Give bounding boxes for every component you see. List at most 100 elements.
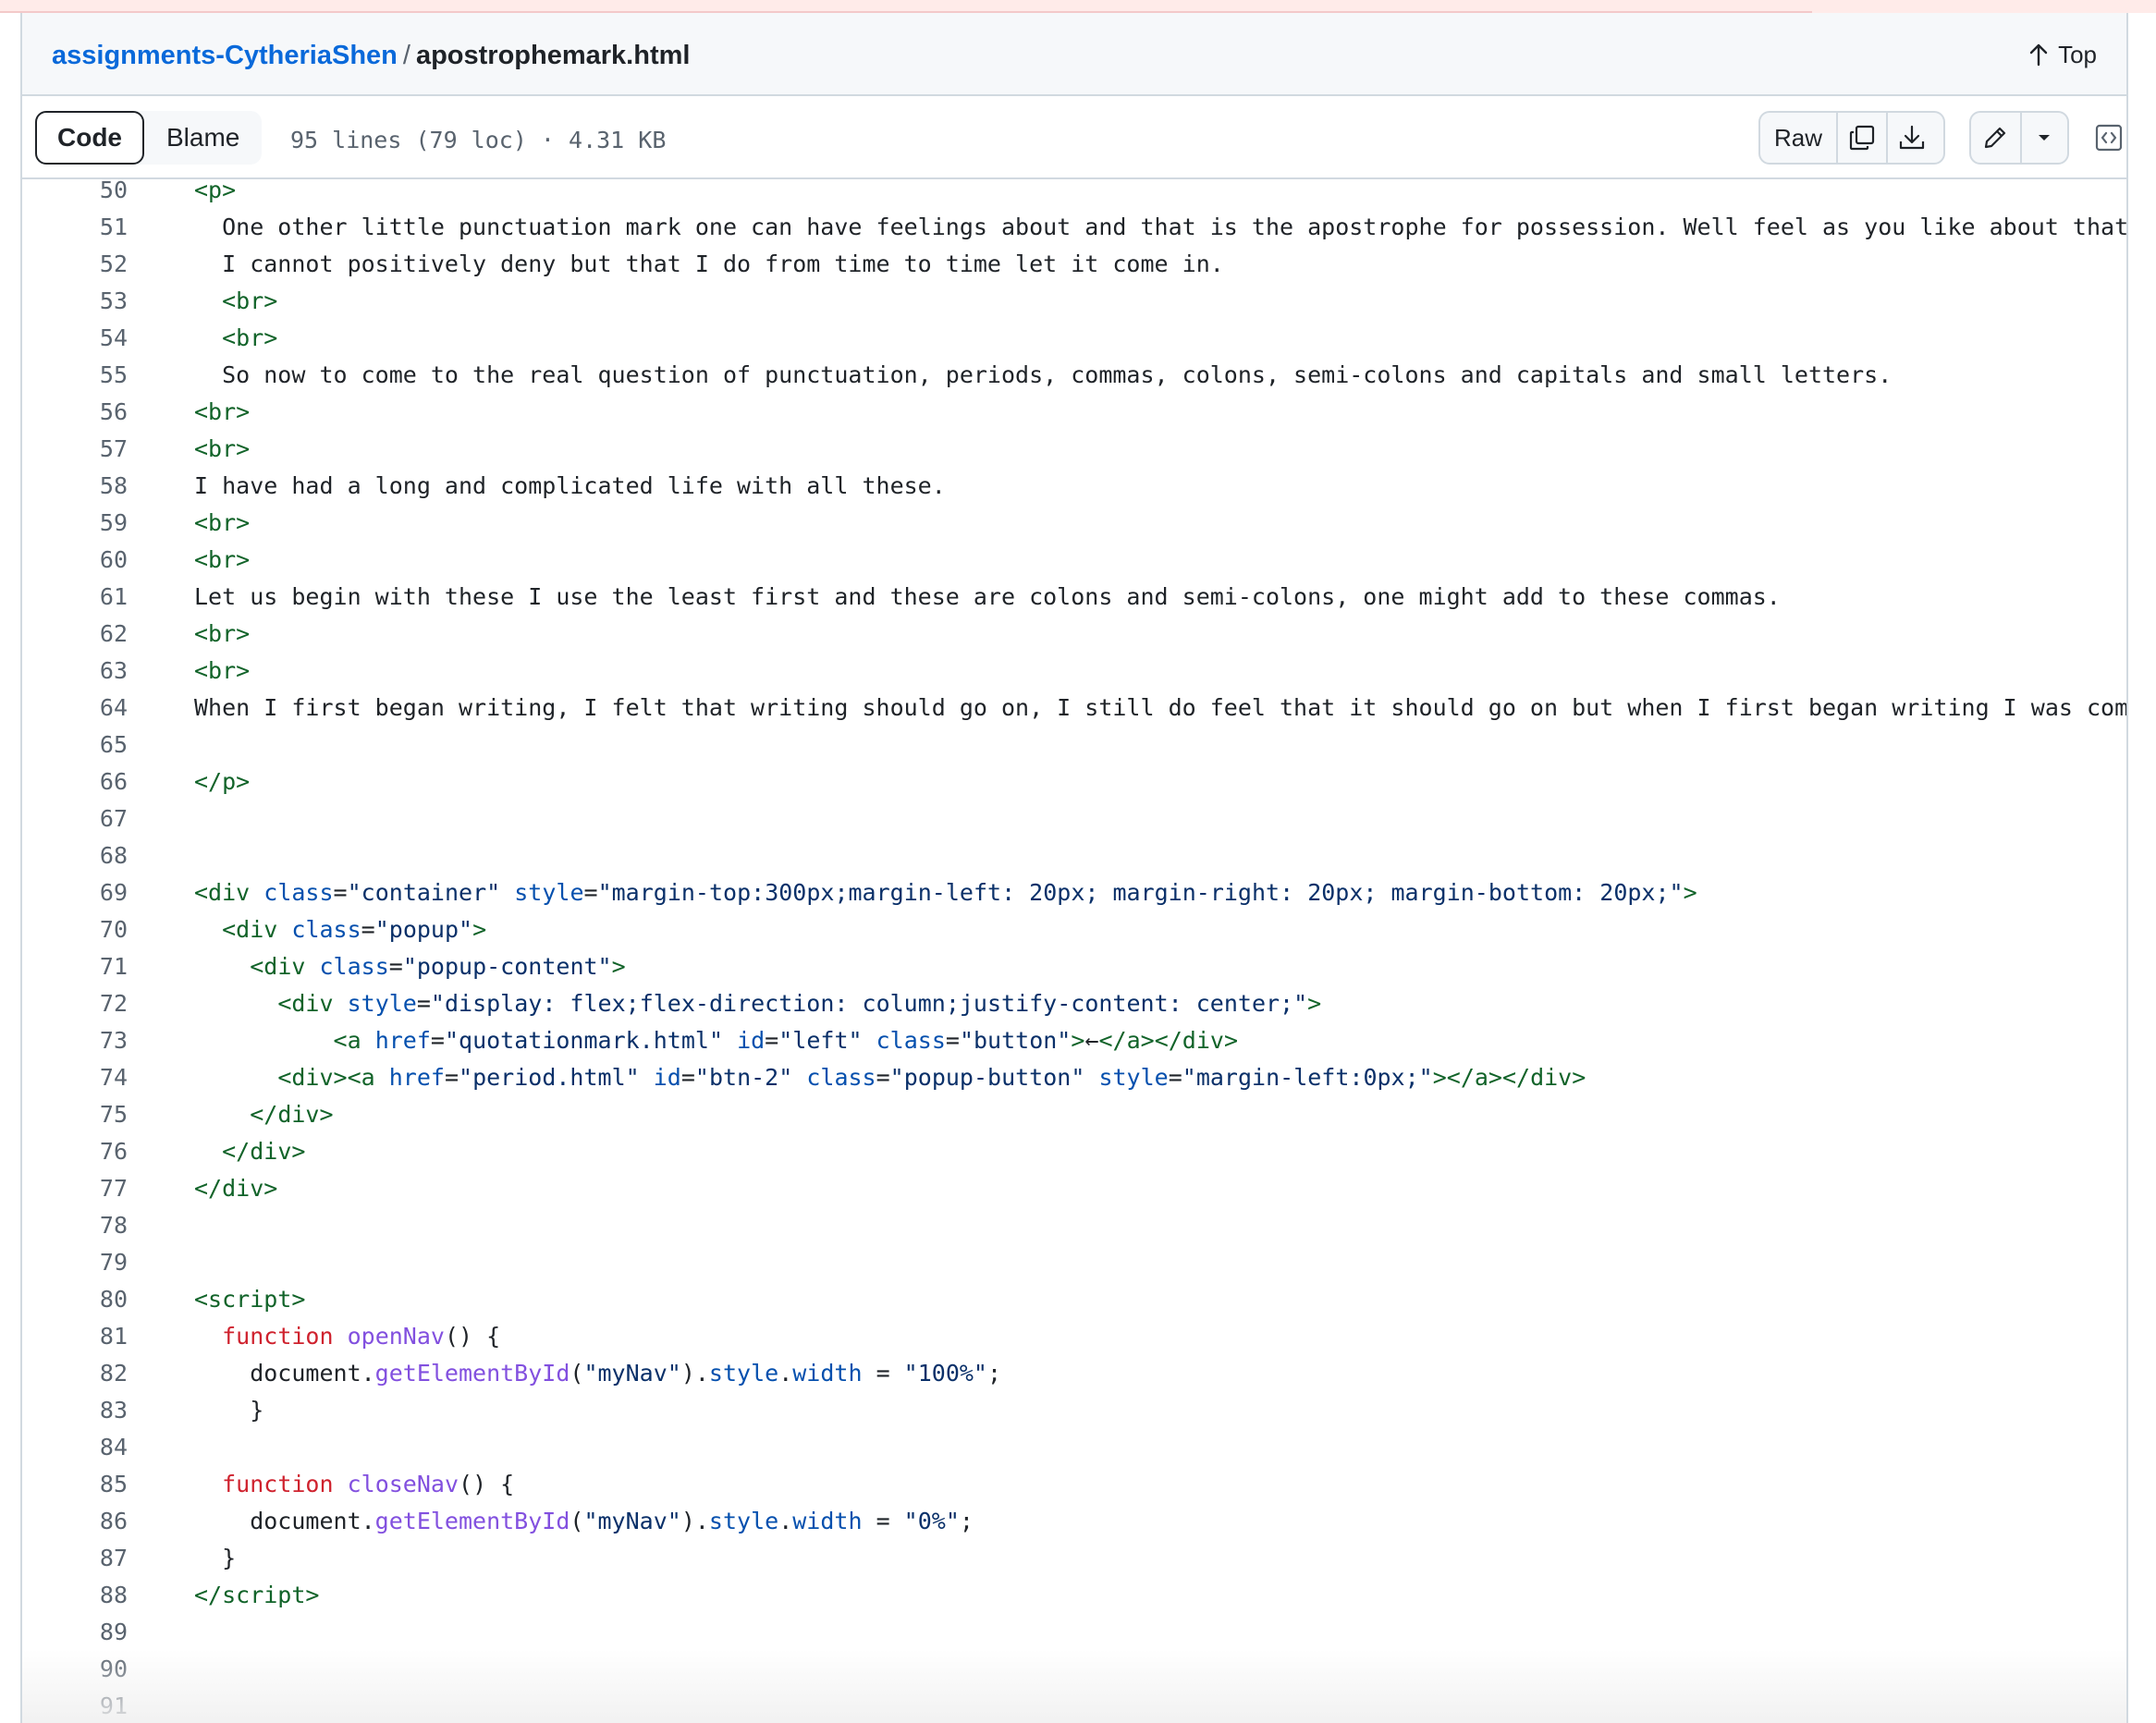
code-line: 61 Let us begin with these I use the leas… bbox=[22, 579, 2126, 616]
file-name: apostrophemark.html bbox=[415, 41, 691, 70]
line-number[interactable]: 60 bbox=[22, 542, 128, 579]
code-line: 58 I have had a long and complicated life… bbox=[22, 468, 2126, 505]
line-number[interactable]: 53 bbox=[22, 283, 128, 320]
code-text: One other little punctuation mark one ca… bbox=[194, 214, 2126, 240]
line-number[interactable]: 72 bbox=[22, 985, 128, 1022]
line-number[interactable]: 83 bbox=[22, 1392, 128, 1429]
line-number[interactable]: 81 bbox=[22, 1318, 128, 1355]
line-number[interactable]: 86 bbox=[22, 1503, 128, 1540]
copy-button[interactable] bbox=[1836, 113, 1886, 163]
code-view: 50 <p> 51 One other little punctuation mar… bbox=[22, 179, 2126, 1723]
download-button[interactable] bbox=[1886, 113, 1936, 163]
code-text: <script> bbox=[194, 1286, 306, 1313]
code-text: } bbox=[194, 1545, 237, 1571]
line-number[interactable]: 55 bbox=[22, 357, 128, 394]
code-line: 67 bbox=[22, 800, 2126, 837]
code-line: 52 I cannot positively deny but that I d… bbox=[22, 246, 2126, 283]
line-number[interactable]: 73 bbox=[22, 1022, 128, 1059]
breadcrumb-separator: / bbox=[402, 41, 410, 70]
line-number[interactable]: 63 bbox=[22, 653, 128, 690]
line-number[interactable]: 68 bbox=[22, 837, 128, 874]
code-line: 70 <div class="popup"> bbox=[22, 911, 2126, 948]
line-number[interactable]: 71 bbox=[22, 948, 128, 985]
line-number[interactable]: 87 bbox=[22, 1540, 128, 1577]
line-number[interactable]: 65 bbox=[22, 727, 128, 764]
line-number[interactable]: 89 bbox=[22, 1614, 128, 1651]
code-line: 63 <br> bbox=[22, 653, 2126, 690]
line-number[interactable]: 80 bbox=[22, 1281, 128, 1318]
file-info: 95 lines (79 loc) · 4.31 KB bbox=[290, 127, 667, 153]
line-number[interactable]: 59 bbox=[22, 505, 128, 542]
code-line: 57 <br> bbox=[22, 431, 2126, 468]
line-number[interactable]: 57 bbox=[22, 431, 128, 468]
code-text: <br> bbox=[222, 324, 278, 351]
line-number[interactable]: 51 bbox=[22, 209, 128, 246]
code-text: } bbox=[194, 1397, 264, 1424]
line-number[interactable]: 85 bbox=[22, 1466, 128, 1503]
edit-group bbox=[1969, 111, 2069, 165]
code-text: </div> bbox=[194, 1175, 278, 1202]
chevron-down-icon bbox=[2039, 135, 2051, 141]
line-number[interactable]: 75 bbox=[22, 1096, 128, 1133]
edit-button[interactable] bbox=[1971, 113, 2020, 163]
code-line: 50 <p> bbox=[22, 179, 2126, 209]
line-number[interactable]: 77 bbox=[22, 1170, 128, 1207]
code-line: 66 </p> bbox=[22, 764, 2126, 800]
line-number[interactable]: 76 bbox=[22, 1133, 128, 1170]
line-number[interactable]: 78 bbox=[22, 1207, 128, 1244]
symbols-panel-button[interactable] bbox=[2082, 111, 2136, 165]
code-line: 85 function closeNav() { bbox=[22, 1466, 2126, 1503]
line-number[interactable]: 88 bbox=[22, 1577, 128, 1614]
code-text: <div class="popup-content"> bbox=[250, 953, 626, 980]
line-number[interactable]: 54 bbox=[22, 320, 128, 357]
line-number[interactable]: 64 bbox=[22, 690, 128, 727]
code-line: 59 <br> bbox=[22, 505, 2126, 542]
code-line: 62 <br> bbox=[22, 616, 2126, 653]
code-line: 81 function openNav() { bbox=[22, 1318, 2126, 1355]
tab-code[interactable]: Code bbox=[35, 111, 144, 165]
line-number[interactable]: 50 bbox=[22, 179, 128, 209]
code-text: I have had a long and complicated life w… bbox=[194, 472, 946, 499]
code-text: <div class="popup"> bbox=[222, 916, 487, 943]
code-text: <p> bbox=[194, 179, 237, 203]
edit-dropdown-button[interactable] bbox=[2019, 113, 2067, 163]
line-number[interactable]: 84 bbox=[22, 1429, 128, 1466]
code-line: 79 bbox=[22, 1244, 2126, 1281]
back-to-top-button[interactable]: Top bbox=[2028, 39, 2097, 70]
line-number[interactable]: 79 bbox=[22, 1244, 128, 1281]
code-text: <div><a href="period.html" id="btn-2" cl… bbox=[277, 1064, 1586, 1091]
code-text: So now to come to the real question of p… bbox=[194, 361, 1893, 388]
bottom-fade bbox=[22, 1649, 2126, 1723]
code-text: <br> bbox=[194, 620, 251, 647]
code-text: <br> bbox=[194, 398, 251, 425]
download-icon bbox=[1899, 125, 1925, 150]
arrow-up-icon bbox=[2029, 43, 2048, 67]
code-line: 64 When I first began writing, I felt tha… bbox=[22, 690, 2126, 727]
file-toolbar: Code Blame 95 lines (79 loc) · 4.31 KB R… bbox=[22, 96, 2126, 179]
line-number[interactable]: 70 bbox=[22, 911, 128, 948]
line-number[interactable]: 61 bbox=[22, 579, 128, 616]
line-number[interactable]: 52 bbox=[22, 246, 128, 283]
raw-button[interactable]: Raw bbox=[1760, 113, 1836, 163]
line-number[interactable]: 82 bbox=[22, 1355, 128, 1392]
code-text: When I first began writing, I felt that … bbox=[194, 694, 2126, 721]
top-label: Top bbox=[2058, 41, 2097, 68]
line-number[interactable]: 62 bbox=[22, 616, 128, 653]
code-text: <div style="display: flex;flex-direction… bbox=[277, 990, 1322, 1017]
line-number[interactable]: 66 bbox=[22, 764, 128, 800]
tab-blame[interactable]: Blame bbox=[144, 111, 262, 165]
code-text: <br> bbox=[194, 657, 251, 684]
repo-link[interactable]: assignments-CytheriaShen bbox=[52, 41, 398, 70]
line-number[interactable]: 58 bbox=[22, 468, 128, 505]
code-line: 82 document.getElementById("myNav").styl… bbox=[22, 1355, 2126, 1392]
code-line: 53 <br> bbox=[22, 283, 2126, 320]
line-number[interactable]: 69 bbox=[22, 874, 128, 911]
line-number[interactable]: 56 bbox=[22, 394, 128, 431]
code-line: 69 <div class="container" style="margin-t… bbox=[22, 874, 2126, 911]
code-line: 75 </div> bbox=[22, 1096, 2126, 1133]
code-line: 87 } bbox=[22, 1540, 2126, 1577]
code-line: 76 </div> bbox=[22, 1133, 2126, 1170]
code-text: <br> bbox=[194, 546, 251, 573]
line-number[interactable]: 74 bbox=[22, 1059, 128, 1096]
line-number[interactable]: 67 bbox=[22, 800, 128, 837]
